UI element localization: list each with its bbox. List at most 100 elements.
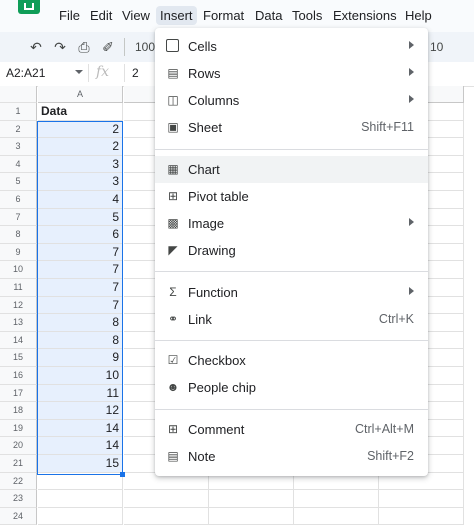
menu-help[interactable]: Help (405, 8, 432, 23)
fx-icon: fx (96, 64, 110, 80)
row-header[interactable]: 8 (0, 226, 37, 244)
row-header[interactable]: 23 (0, 490, 37, 508)
insert-menu-item-note[interactable]: ▤ Note Shift+F2 (155, 443, 428, 470)
column-header-a[interactable]: A (38, 86, 123, 103)
row-header[interactable]: 13 (0, 314, 37, 332)
row-header[interactable]: 21 (0, 455, 37, 473)
empty-cell[interactable] (209, 490, 294, 508)
menu-separator (155, 149, 428, 150)
row-header[interactable]: 24 (0, 507, 37, 525)
row-header[interactable]: 9 (0, 243, 37, 262)
paint-format-icon[interactable]: ✐ (100, 40, 116, 54)
insert-menu-item-cells[interactable]: Cells (155, 33, 428, 60)
insert-menu-item-comment[interactable]: ⊞ Comment Ctrl+Alt+M (155, 416, 428, 443)
menu-item-shortcut: Shift+F11 (361, 120, 414, 134)
row-header[interactable]: 6 (0, 191, 37, 209)
insert-menu-item-drawing[interactable]: ◤ Drawing (155, 237, 428, 264)
insert-menu-item-columns[interactable]: ◫ Columns (155, 87, 428, 114)
redo-icon[interactable]: ↷ (52, 40, 68, 54)
menu-edit[interactable]: Edit (90, 8, 112, 23)
comment-icon: ⊞ (167, 422, 179, 436)
menu-file[interactable]: File (59, 8, 80, 23)
drawing-icon: ◤ (168, 243, 178, 257)
menu-separator (155, 340, 428, 341)
image-icon: ▩ (167, 216, 179, 230)
undo-icon[interactable]: ↶ (28, 40, 44, 54)
insert-menu-item-checkbox[interactable]: ☑ Checkbox (155, 347, 428, 374)
formula-bar-divider (88, 64, 89, 82)
empty-cell[interactable] (38, 507, 123, 525)
row-header[interactable]: 15 (0, 349, 37, 367)
fill-handle[interactable] (120, 472, 125, 477)
toolbar-divider (124, 38, 125, 56)
empty-cell[interactable] (379, 507, 464, 525)
menu-item-label: Columns (188, 93, 240, 108)
row-header[interactable]: 3 (0, 138, 37, 156)
menu-item-label: Cells (188, 39, 217, 54)
insert-menu-item-function[interactable]: Σ Function (155, 279, 428, 306)
sheet-icon: ▣ (167, 120, 179, 134)
insert-menu-item-pivot-table[interactable]: ⊞ Pivot table (155, 183, 428, 210)
empty-cell[interactable] (124, 490, 209, 508)
insert-menu-item-rows[interactable]: ▤ Rows (155, 60, 428, 87)
submenu-arrow-icon (409, 95, 414, 103)
row-header[interactable]: 14 (0, 331, 37, 350)
font-size-input[interactable]: 10 (430, 40, 443, 54)
row-header[interactable]: 7 (0, 208, 37, 227)
row-header[interactable]: 22 (0, 472, 37, 491)
row-header[interactable]: 17 (0, 384, 37, 403)
insert-menu-item-chart[interactable]: ▦ Chart (155, 156, 428, 183)
empty-cell[interactable] (209, 507, 294, 525)
row-header[interactable]: 5 (0, 173, 37, 191)
row-header[interactable]: 2 (0, 120, 37, 139)
link-icon: ⚭ (167, 312, 179, 326)
row-header[interactable]: 16 (0, 367, 37, 385)
print-icon[interactable]: ⎙ (76, 40, 92, 54)
insert-menu-item-sheet[interactable]: ▣ Sheet Shift+F11 (155, 114, 428, 141)
insert-menu-item-link[interactable]: ⚭ Link Ctrl+K (155, 306, 428, 333)
sheets-logo-icon[interactable] (18, 0, 40, 14)
row-header[interactable]: 12 (0, 296, 37, 315)
row-header[interactable]: 10 (0, 261, 37, 279)
empty-cell[interactable] (379, 490, 464, 508)
submenu-arrow-icon (409, 218, 414, 226)
name-box[interactable]: A2:A21 (6, 66, 45, 80)
chart-icon: ▦ (167, 162, 179, 176)
menu-format[interactable]: Format (203, 8, 244, 23)
note-icon: ▤ (167, 449, 179, 463)
menu-tools[interactable]: Tools (292, 8, 322, 23)
menu-item-shortcut: Ctrl+Alt+M (354, 422, 414, 436)
zoom-select[interactable]: 100 (135, 40, 155, 54)
menu-item-label: Image (188, 216, 225, 231)
header-cell[interactable]: Data (38, 103, 123, 121)
row-header[interactable]: 19 (0, 419, 37, 438)
empty-cell[interactable] (38, 490, 123, 508)
row-header[interactable]: 18 (0, 402, 37, 420)
empty-cell[interactable] (294, 507, 379, 525)
insert-menu-item-image[interactable]: ▩ Image (155, 210, 428, 237)
submenu-arrow-icon (409, 68, 414, 76)
menu-view[interactable]: View (122, 8, 150, 23)
empty-cell[interactable] (124, 507, 209, 525)
select-all-corner[interactable] (0, 86, 37, 103)
formula-bar-divider (124, 64, 125, 82)
sigma-icon: Σ (169, 285, 177, 299)
insert-menu-item-people-chip[interactable]: ☻ People chip (155, 374, 428, 401)
menu-extensions[interactable]: Extensions (333, 8, 397, 23)
row-header[interactable]: 11 (0, 279, 37, 297)
row-header[interactable]: 1 (0, 103, 37, 121)
people-chip-icon: ☻ (166, 380, 180, 394)
cells-icon (166, 39, 179, 52)
row-header[interactable]: 20 (0, 437, 37, 455)
empty-cell[interactable] (294, 490, 379, 508)
empty-cell[interactable] (38, 472, 123, 491)
menu-insert[interactable]: Insert (156, 6, 197, 25)
columns-icon: ◫ (167, 93, 179, 107)
row-header[interactable]: 4 (0, 155, 37, 174)
menu-data[interactable]: Data (255, 8, 282, 23)
pivot-table-icon: ⊞ (167, 189, 179, 203)
menu-item-label: Rows (188, 66, 221, 81)
name-box-dropdown-icon[interactable] (75, 70, 83, 74)
formula-input[interactable]: 2 (132, 66, 139, 80)
menu-item-label: People chip (188, 380, 256, 395)
